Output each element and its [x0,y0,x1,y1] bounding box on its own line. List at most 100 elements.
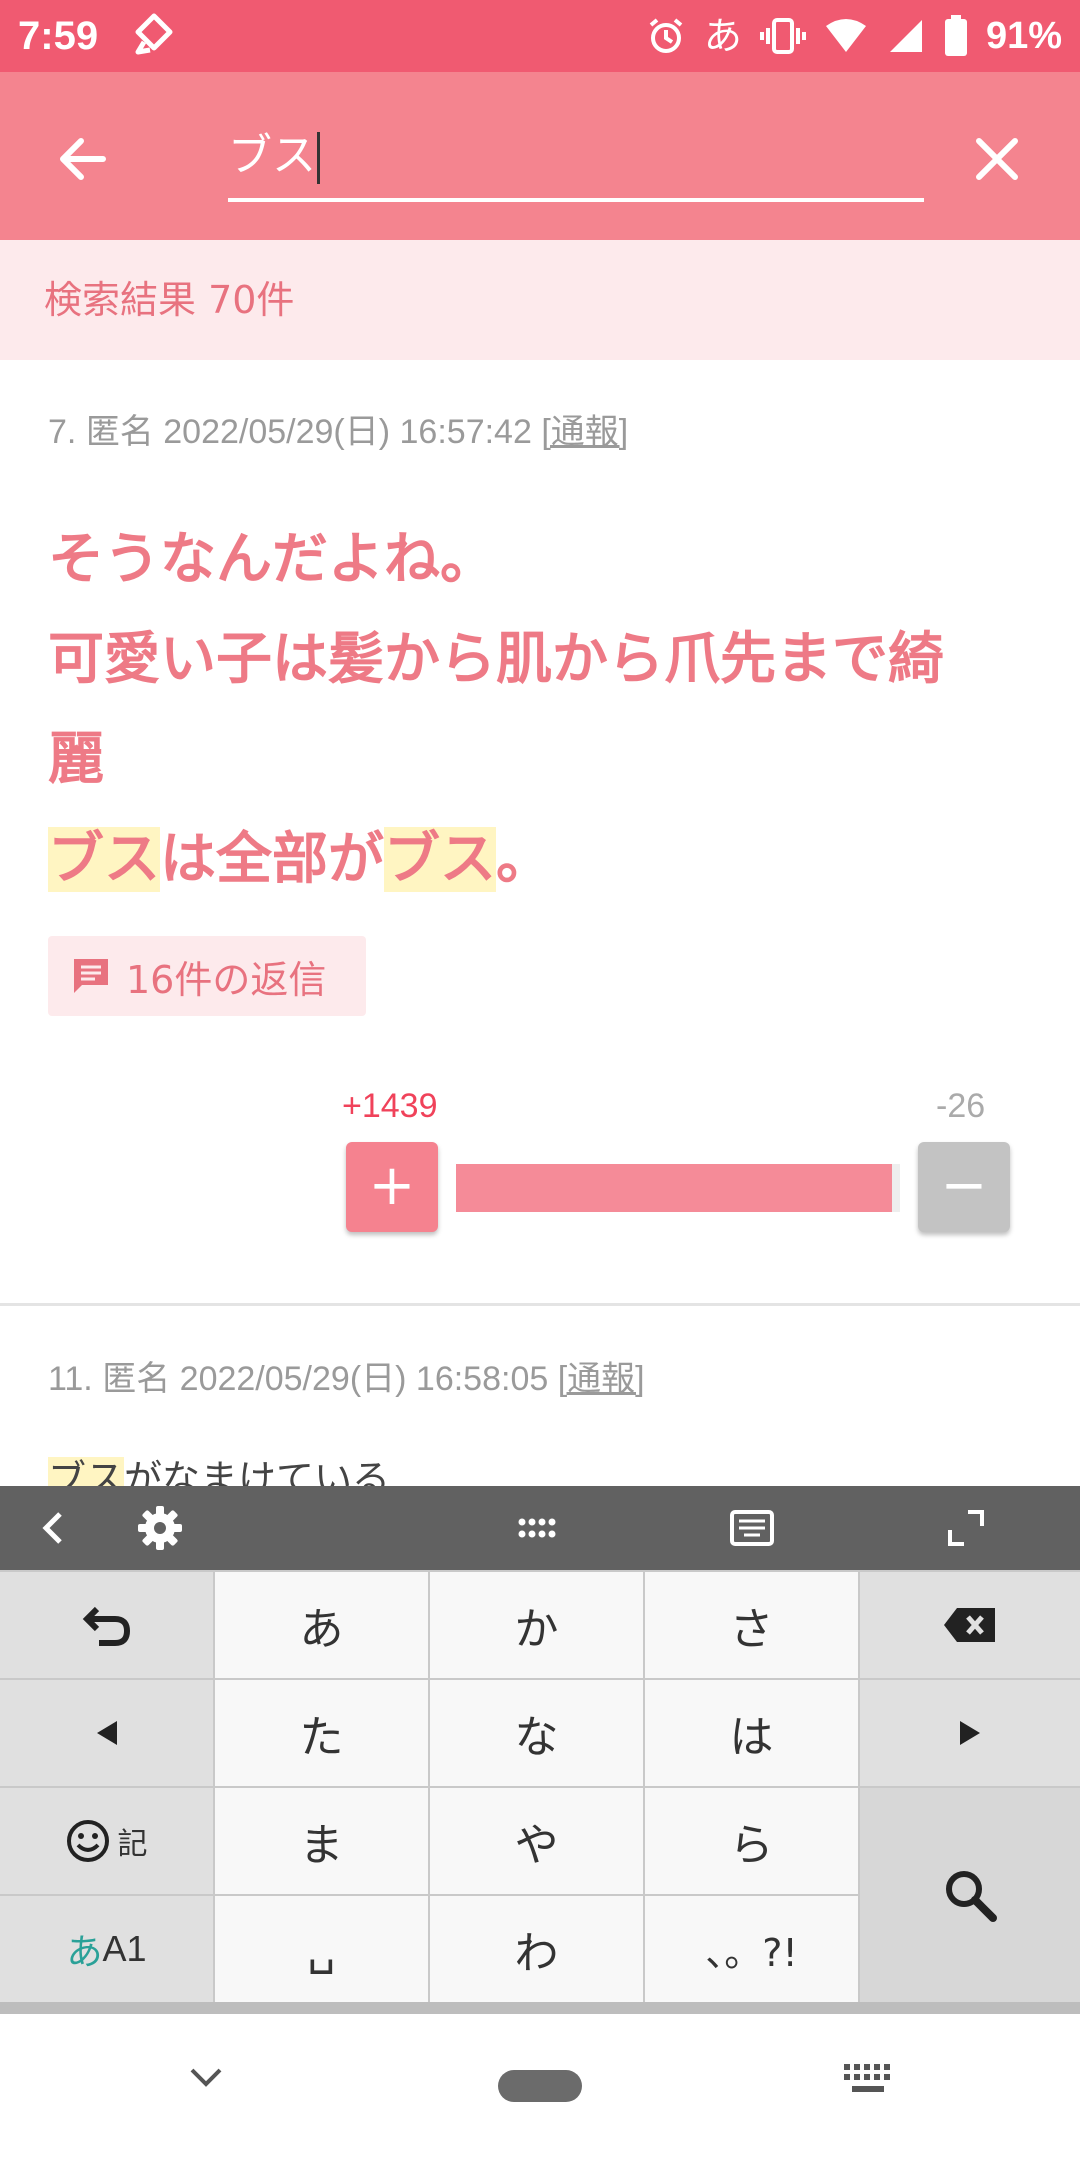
key-ka[interactable]: か [430,1572,643,1678]
search-highlight: ブス [48,827,160,892]
app-notification-icon [130,12,178,60]
keyboard-apps-button[interactable] [508,1500,564,1556]
input-mode-key[interactable]: あ A1 [0,1896,213,2002]
cursor-left-key[interactable] [0,1680,213,1786]
backspace-icon [944,1608,995,1642]
cursor-right-key[interactable] [860,1680,1080,1786]
comment-meta: 7. 匿名 2022/05/29(日) 16:57:42 [通報] [48,408,628,456]
status-icons: あ 91% [646,8,1062,64]
comment-text: がなまけている [124,1457,391,1489]
comment-line: 可愛い子は髪から肌から爪先まで綺 [48,610,1028,710]
comment-text: そうなんだよね。 [48,527,496,592]
comment-number: 7. [48,413,77,451]
search-icon [946,1871,997,1922]
report-link[interactable]: [通報] [541,413,628,451]
search-header: ブス [0,72,1080,240]
comment-line: ブスがなまけている [48,1449,1028,1489]
keyboard-back-button[interactable] [26,1500,82,1556]
arrow-left-icon [60,138,106,180]
replies-button[interactable]: 16件の返信 [48,936,366,1016]
hide-keyboard-button[interactable] [188,2066,224,2094]
comment-number: 11. [48,1360,93,1398]
dots-grid-icon [518,1518,556,1538]
comment-author: 匿名 [85,413,154,451]
wifi-icon [825,19,866,52]
vote-ratio-fill [456,1164,892,1212]
key-ya[interactable]: や [430,1788,643,1894]
keyboard-layout-button[interactable] [724,1500,780,1556]
navigation-bar [0,2014,1080,2160]
nav-hide-keyboard-icon [190,2068,222,2087]
close-icon [976,138,1018,180]
comment-line: ブスは全部がブス。 [48,810,1028,910]
mode-kana-label: あ [66,1932,103,1973]
comment-datetime: 2022/05/29(日) 16:57:42 [163,413,532,451]
battery-percent: 91% [985,14,1062,57]
comment-line: そうなんだよね。 [48,510,1028,610]
comment-body: そうなんだよね。 可愛い子は髪から肌から爪先まで綺麗ブスは全部がブス。 [48,510,1028,910]
punctuation-key[interactable]: 、。?! [645,1896,858,2002]
replies-label: 16件の返信 [126,957,327,1002]
search-highlight: ブス [48,1457,125,1489]
key-ha[interactable]: は [645,1680,858,1786]
comment-line: 麗 [48,710,1028,810]
keyboard-switch-button[interactable] [842,2062,894,2100]
undo-key[interactable] [0,1572,213,1678]
comment-author: 匿名 [102,1360,171,1398]
text-caret [317,132,320,184]
key-ma[interactable]: ま [215,1788,428,1894]
key-na[interactable]: な [430,1680,643,1786]
alarm-icon [649,18,683,53]
ime-indicator: あ [703,14,742,58]
expand-icon [948,1510,984,1546]
keyboard-expand-button[interactable] [938,1500,994,1556]
vote-ratio-bar [456,1164,900,1212]
symbol-label: 記 [117,1827,148,1862]
signal-icon [889,20,922,52]
keyboard-layout-icon [730,1510,774,1546]
comment-text: は全部が [160,827,384,892]
battery-icon [944,15,967,56]
search-query: ブス [228,130,316,181]
emoji-symbol-key[interactable]: 記 [0,1788,213,1894]
search-highlight: ブス [384,827,496,892]
search-key[interactable] [860,1788,1080,2002]
back-button[interactable] [40,116,126,202]
comment-body: ブスがなまけている [48,1449,1028,1489]
space-key[interactable]: ␣ [215,1896,428,2002]
emoji-icon [66,1820,109,1862]
clear-search-button[interactable] [954,116,1040,202]
backspace-key[interactable] [860,1572,1080,1678]
settings-icon [138,1506,182,1550]
key-ra[interactable]: ら [645,1788,858,1894]
chevron-left-icon [42,1512,62,1544]
minus-vote-count: -26 [936,1087,986,1125]
comment-text: 麗 [48,727,104,792]
plus-vote-count: +1439 [342,1087,438,1125]
keyboard-switch-icon [844,2064,890,2092]
comment-text: 。 [496,827,552,892]
minus-vote-button[interactable]: − [918,1142,1010,1232]
vibrate-icon [759,18,806,54]
report-link[interactable]: [通報] [558,1360,645,1398]
soft-keyboard: あ か さ た な は 記 ま や ら あ A1 ␣ わ 、。?! [0,1486,1080,2014]
key-wa[interactable]: わ [430,1896,643,2002]
cursor-right-icon [960,1721,980,1745]
search-input[interactable]: ブス [228,112,924,202]
comment-card: 7. 匿名 2022/05/29(日) 16:57:42 [通報] そうなんだよ… [0,360,1080,1306]
undo-icon [82,1606,130,1646]
comment-text: 可愛い子は髪から肌から爪先まで綺 [48,627,944,692]
plus-vote-button[interactable]: + [346,1142,438,1232]
cursor-left-icon [96,1721,117,1745]
key-sa[interactable]: さ [645,1572,858,1678]
results-bar: 検索結果 70件 [0,240,1080,360]
home-pill[interactable] [498,2070,582,2102]
key-ta[interactable]: た [215,1680,428,1786]
key-a[interactable]: あ [215,1572,428,1678]
keyboard-settings-button[interactable] [132,1500,188,1556]
comment-card: 11. 匿名 2022/05/29(日) 16:58:05 [通報] ブスがなま… [0,1309,1080,1489]
status-bar: 7:59 あ 91% [0,0,1080,72]
mode-alpha-label: A1 [102,1928,147,1969]
results-count: 検索結果 70件 [44,278,295,322]
comment-datetime: 2022/05/29(日) 16:58:05 [179,1360,549,1398]
